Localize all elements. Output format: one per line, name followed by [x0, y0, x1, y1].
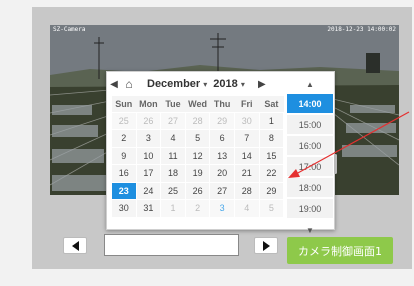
day-cell[interactable]: 21 [233, 164, 260, 183]
time-list: ▲ 14:00 15:00 16:00 17:00 18:00 19:00 ▼ [287, 74, 333, 235]
month-select[interactable]: December ▾ [147, 78, 207, 90]
day-cell[interactable]: 17 [135, 164, 162, 183]
day-cell[interactable]: 10 [135, 146, 162, 165]
time-slot[interactable]: 16:00 [287, 136, 333, 155]
camera-control-button[interactable]: カメラ制御画面1 [287, 237, 393, 264]
datetime-input[interactable] [104, 234, 239, 256]
month-label: December [147, 78, 201, 90]
week-row: 25 26 27 28 29 30 1 [111, 111, 285, 130]
day-cell[interactable]: 20 [209, 164, 235, 183]
calendar-grid: Sun Mon Tue Wed Thu Fri Sat 25 26 27 28 … [111, 96, 285, 218]
time-scroll-up-icon[interactable]: ▲ [287, 74, 333, 94]
week-row: 16 17 18 19 20 21 22 [111, 164, 285, 183]
day-cell-selected[interactable]: 23 [111, 181, 137, 200]
time-slot[interactable]: 17:00 [287, 157, 333, 176]
arrow-left-icon [71, 240, 79, 251]
time-list-scrollbar[interactable] [334, 154, 337, 174]
day-cell[interactable]: 1 [258, 111, 285, 130]
weekday-label: Sat [259, 96, 284, 112]
next-month-icon[interactable]: ▶ [255, 79, 269, 90]
weekday-label: Wed [185, 96, 210, 112]
day-cell[interactable]: 22 [258, 164, 285, 183]
time-slot[interactable]: 19:00 [287, 199, 333, 218]
chevron-down-icon: ▾ [203, 80, 208, 89]
day-cell[interactable]: 1 [160, 199, 186, 218]
time-slot-selected[interactable]: 14:00 [287, 94, 333, 113]
day-cell[interactable]: 12 [184, 146, 211, 165]
day-cell[interactable]: 27 [209, 181, 235, 200]
day-cell[interactable]: 26 [135, 111, 162, 130]
day-cell[interactable]: 19 [184, 164, 211, 183]
day-cell[interactable]: 28 [233, 181, 260, 200]
day-cell[interactable]: 28 [184, 111, 211, 130]
day-cell[interactable]: 3 [135, 129, 162, 148]
day-cell[interactable]: 8 [258, 129, 285, 148]
weekday-label: Fri [234, 96, 260, 112]
day-cell[interactable]: 18 [160, 164, 186, 183]
day-cell[interactable]: 30 [111, 199, 137, 218]
camera-overlay-timestamp: 2018-12-23 14:00:02 [327, 26, 396, 33]
time-slot[interactable]: 15:00 [287, 115, 333, 134]
next-button[interactable] [254, 237, 278, 254]
arrow-right-icon [262, 240, 270, 251]
day-cell[interactable]: 7 [233, 129, 260, 148]
day-cell[interactable]: 26 [184, 181, 211, 200]
day-cell[interactable]: 24 [135, 181, 162, 200]
day-cell[interactable]: 4 [160, 129, 186, 148]
week-row: 2 3 4 5 6 7 8 [111, 129, 285, 148]
datetime-picker: ◀ ⌂ December ▾ 2018 ▾ ▶ Sun Mon Tue Wed … [106, 71, 337, 235]
day-cell[interactable]: 29 [209, 111, 235, 130]
day-cell[interactable]: 25 [111, 111, 137, 130]
year-label: 2018 [213, 78, 238, 90]
day-cell[interactable]: 11 [160, 146, 186, 165]
chevron-down-icon: ▾ [240, 80, 245, 89]
day-cell[interactable]: 9 [111, 146, 137, 165]
day-cell[interactable]: 6 [209, 129, 235, 148]
day-cell[interactable]: 2 [184, 199, 211, 218]
camera-overlay-left: SZ-Camera [53, 26, 86, 33]
day-cell[interactable]: 27 [160, 111, 186, 130]
calendar-header: ◀ ⌂ December ▾ 2018 ▾ ▶ [107, 72, 285, 96]
day-cell[interactable]: 3 [209, 199, 235, 218]
home-icon[interactable]: ⌂ [121, 77, 137, 91]
day-cell[interactable]: 29 [258, 181, 285, 200]
time-slot[interactable]: 18:00 [287, 178, 333, 197]
week-row: 23 24 25 26 27 28 29 [111, 181, 285, 200]
day-cell[interactable]: 16 [111, 164, 137, 183]
day-cell[interactable]: 31 [135, 199, 162, 218]
weekday-label: Mon [136, 96, 161, 112]
day-cell[interactable]: 5 [258, 199, 285, 218]
day-cell[interactable]: 30 [233, 111, 260, 130]
day-cell[interactable]: 13 [209, 146, 235, 165]
year-select[interactable]: 2018 ▾ [213, 78, 245, 90]
weekday-label: Thu [209, 96, 235, 112]
day-cell[interactable]: 25 [160, 181, 186, 200]
day-cell[interactable]: 15 [258, 146, 285, 165]
week-row: 30 31 1 2 3 4 5 [111, 199, 285, 218]
weekday-label: Sun [111, 96, 137, 112]
week-row: 9 10 11 12 13 14 15 [111, 146, 285, 165]
prev-button[interactable] [63, 237, 87, 254]
weekday-label: Tue [160, 96, 186, 112]
day-cell[interactable]: 2 [111, 129, 137, 148]
prev-month-icon[interactable]: ◀ [107, 79, 121, 90]
day-cell[interactable]: 14 [233, 146, 260, 165]
day-cell[interactable]: 5 [184, 129, 211, 148]
day-cell[interactable]: 4 [233, 199, 260, 218]
weekday-row: Sun Mon Tue Wed Thu Fri Sat [111, 96, 284, 112]
